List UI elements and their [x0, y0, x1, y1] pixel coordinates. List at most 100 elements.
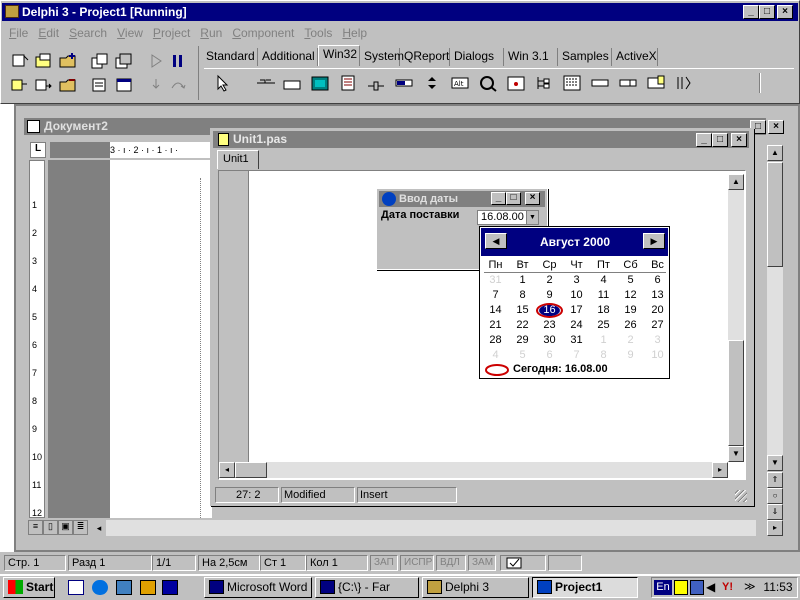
internet-explorer-icon[interactable]: [92, 580, 108, 595]
calendar-day[interactable]: 22: [509, 318, 536, 333]
pagecontrol-icon[interactable]: [282, 74, 302, 92]
toggle-form-icon[interactable]: [114, 52, 134, 70]
calendar-day[interactable]: 4: [482, 348, 509, 363]
editor-tab-unit1[interactable]: Unit1: [217, 150, 259, 169]
calendar-day[interactable]: 26: [617, 318, 644, 333]
editor-hscroll-left[interactable]: ◂: [219, 462, 235, 478]
pointer-icon[interactable]: [212, 74, 232, 92]
new-form2-icon[interactable]: [114, 76, 134, 94]
editor-vscroll-up[interactable]: ▲: [728, 174, 744, 190]
channels-icon[interactable]: [140, 580, 156, 595]
statusbar-icon[interactable]: [618, 74, 638, 92]
toolbar-icon[interactable]: [646, 74, 666, 92]
normal-view-icon[interactable]: ≡: [28, 520, 43, 535]
calendar-day[interactable]: 30: [536, 333, 563, 348]
outlook-express-icon[interactable]: [116, 580, 132, 595]
save-icon[interactable]: [34, 76, 54, 94]
palette-tab-win32[interactable]: Win32: [318, 45, 360, 66]
calendar-day[interactable]: 24: [563, 318, 590, 333]
calendar-day-selected[interactable]: 16: [536, 303, 563, 318]
palette-tab-system[interactable]: System: [360, 48, 404, 66]
status-rec[interactable]: ЗАП: [370, 555, 398, 571]
show-desktop-icon[interactable]: [68, 580, 84, 595]
calendar-day[interactable]: 1: [509, 273, 536, 288]
calendar-day[interactable]: 4: [590, 273, 617, 288]
dialog-close-button[interactable]: ×: [525, 192, 540, 205]
richedit-icon[interactable]: [338, 74, 358, 92]
editor-maximize-button[interactable]: □: [712, 133, 728, 147]
calendar-month-title[interactable]: Август 2000: [510, 235, 640, 249]
prev-page-icon[interactable]: ⇑: [767, 472, 783, 488]
updown-icon[interactable]: [422, 74, 442, 92]
calendar-day[interactable]: 10: [644, 348, 671, 363]
next-page-icon[interactable]: ⇓: [767, 504, 783, 520]
calendar-day[interactable]: 19: [617, 303, 644, 318]
menu-item-2[interactable]: Search: [69, 26, 107, 40]
word-vscroll-track[interactable]: [767, 267, 783, 455]
dialog-maximize-button[interactable]: □: [506, 192, 521, 205]
taskbar-button-1[interactable]: {C:\} - Far: [315, 577, 419, 598]
taskbar-button-0[interactable]: Microsoft Word: [204, 577, 312, 598]
palette-tab-activex[interactable]: ActiveX: [612, 48, 658, 66]
editor-hscroll-track[interactable]: [267, 462, 713, 478]
word-doc-close-button[interactable]: ×: [768, 120, 784, 134]
headercontrol-icon[interactable]: [590, 74, 610, 92]
calendar-today-row[interactable]: Сегодня: 16.08.00: [484, 363, 666, 377]
datetimepicker-icon[interactable]: [506, 74, 526, 92]
listview-icon[interactable]: [562, 74, 582, 92]
menu-item-1[interactable]: Edit: [38, 26, 59, 40]
calendar-day[interactable]: 29: [509, 333, 536, 348]
palette-tab-standard[interactable]: Standard: [202, 48, 258, 66]
far-launch-icon[interactable]: [162, 580, 178, 595]
status-ext[interactable]: ВДЛ: [436, 555, 466, 571]
resize-grip-icon[interactable]: [735, 490, 747, 502]
editor-vscroll-down[interactable]: ▼: [728, 446, 744, 462]
save-all-icon[interactable]: [90, 52, 110, 70]
calendar-day[interactable]: 15: [509, 303, 536, 318]
tray-pager-icon[interactable]: ≫: [744, 580, 758, 595]
word-ruler-corner[interactable]: L: [30, 142, 46, 158]
tabcontrol-icon[interactable]: [256, 74, 276, 92]
calendar-day[interactable]: 13: [644, 288, 671, 303]
delphi-minimize-button[interactable]: _: [743, 5, 759, 19]
calendar-day[interactable]: 2: [536, 273, 563, 288]
dropdown-arrow-icon[interactable]: ▼: [526, 211, 538, 224]
delphi-title-bar[interactable]: Delphi 3 - Project1 [Running]: [2, 3, 798, 21]
status-trk[interactable]: ИСПР: [400, 555, 434, 571]
browse-object-icon[interactable]: ○: [767, 488, 783, 504]
tray-app1-icon[interactable]: [674, 580, 688, 595]
calendar-day[interactable]: 21: [482, 318, 509, 333]
hotkey-icon[interactable]: Alt: [450, 74, 470, 92]
delivery-date-picker[interactable]: 16.08.00 ▼: [477, 210, 539, 225]
palette-tab-win31[interactable]: Win 3.1: [504, 48, 558, 66]
start-button[interactable]: Start: [3, 577, 55, 598]
calendar-day[interactable]: 14: [482, 303, 509, 318]
editor-title-bar[interactable]: Unit1.pas: [213, 131, 749, 148]
dialog-minimize-button[interactable]: _: [491, 192, 506, 205]
calendar-day[interactable]: 23: [536, 318, 563, 333]
word-vscroll-down[interactable]: ▼: [767, 455, 783, 471]
delphi-close-button[interactable]: ×: [777, 5, 793, 19]
calendar-day[interactable]: 12: [617, 288, 644, 303]
pause-icon[interactable]: [168, 52, 188, 70]
calendar-day[interactable]: 5: [617, 273, 644, 288]
calendar-day[interactable]: 2: [617, 333, 644, 348]
word-vscroll-up[interactable]: ▲: [767, 145, 783, 161]
calendar-day[interactable]: 9: [536, 288, 563, 303]
clock[interactable]: 11:53: [760, 580, 796, 595]
calendar-day[interactable]: 8: [509, 288, 536, 303]
status-ovr[interactable]: ЗАМ: [468, 555, 496, 571]
treeview-icon[interactable]: [534, 74, 554, 92]
word-vscroll-thumb[interactable]: [767, 162, 783, 267]
calendar-day[interactable]: 11: [590, 288, 617, 303]
web-view-icon[interactable]: ▯: [43, 520, 58, 535]
menu-item-6[interactable]: Component: [232, 26, 294, 40]
calendar-prev-button[interactable]: ◀: [485, 233, 507, 249]
word-hscroll-left[interactable]: ◂: [92, 520, 106, 536]
word-page[interactable]: [110, 160, 212, 518]
trace-into-icon[interactable]: [146, 76, 166, 94]
editor-hscroll-right[interactable]: ▸: [712, 462, 728, 478]
outline-view-icon[interactable]: ≣: [73, 520, 88, 535]
palette-tab-dialogs[interactable]: Dialogs: [450, 48, 504, 66]
calendar-day[interactable]: 8: [590, 348, 617, 363]
